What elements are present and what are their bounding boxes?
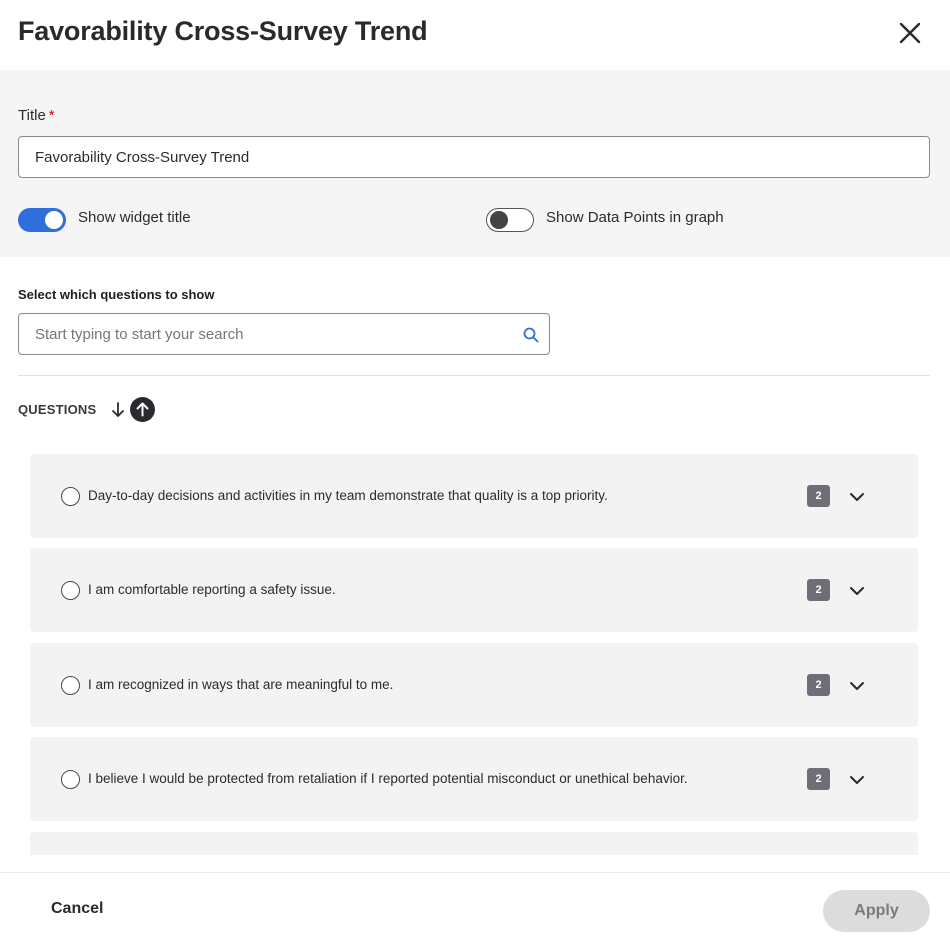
question-radio[interactable] <box>61 487 80 506</box>
toggle-knob <box>490 210 508 229</box>
search-input[interactable] <box>19 314 509 354</box>
show-widget-title-toggle[interactable] <box>18 208 66 232</box>
cancel-button[interactable]: Cancel <box>38 891 116 927</box>
show-data-points-label: Show Data Points in graph <box>546 209 724 226</box>
survey-count-badge: 2 <box>807 768 830 790</box>
chevron-down-icon[interactable] <box>848 677 866 695</box>
required-marker: * <box>48 107 55 124</box>
show-widget-title-label: Show widget title <box>78 209 191 226</box>
survey-count-badge: 2 <box>807 579 830 601</box>
dialog-header: Favorability Cross-Survey Trend <box>0 0 950 70</box>
question-radio[interactable] <box>61 581 80 600</box>
title-input[interactable] <box>18 136 930 178</box>
question-item-partial[interactable] <box>30 832 918 855</box>
question-list: Day-to-day decisions and activities in m… <box>0 440 950 855</box>
question-text: I am comfortable reporting a safety issu… <box>88 582 336 597</box>
arrow-down-icon[interactable] <box>108 400 128 420</box>
question-text: Day-to-day decisions and activities in m… <box>88 488 608 503</box>
arrow-up-icon[interactable] <box>130 397 155 422</box>
close-icon[interactable] <box>893 16 927 50</box>
question-item[interactable]: I am recognized in ways that are meaning… <box>30 643 918 727</box>
chevron-down-icon[interactable] <box>848 488 866 506</box>
search-box <box>18 313 550 355</box>
survey-count-badge: 2 <box>807 485 830 507</box>
question-item[interactable]: I believe I would be protected from reta… <box>30 737 918 821</box>
settings-panel: Title* Show widget title Show Data Point… <box>0 70 950 257</box>
question-text: I am recognized in ways that are meaning… <box>88 677 394 692</box>
chevron-down-icon[interactable] <box>848 771 866 789</box>
question-item[interactable]: I am comfortable reporting a safety issu… <box>30 548 918 632</box>
question-radio[interactable] <box>61 770 80 789</box>
search-icon[interactable] <box>522 326 540 344</box>
questions-header: QUESTIONS <box>18 402 97 417</box>
survey-count-badge: 2 <box>807 674 830 696</box>
select-questions-label: Select which questions to show <box>18 287 215 302</box>
show-data-points-toggle[interactable] <box>486 208 534 232</box>
apply-button[interactable]: Apply <box>823 890 930 932</box>
question-text: I believe I would be protected from reta… <box>88 771 688 786</box>
dialog-title: Favorability Cross-Survey Trend <box>18 16 428 46</box>
question-item[interactable]: Day-to-day decisions and activities in m… <box>30 454 918 538</box>
chevron-down-icon[interactable] <box>848 582 866 600</box>
title-field-label: Title * <box>18 107 55 124</box>
toggle-knob <box>45 211 63 229</box>
section-divider <box>18 375 930 376</box>
dialog-footer: Cancel Apply <box>0 872 950 943</box>
question-radio[interactable] <box>61 676 80 695</box>
